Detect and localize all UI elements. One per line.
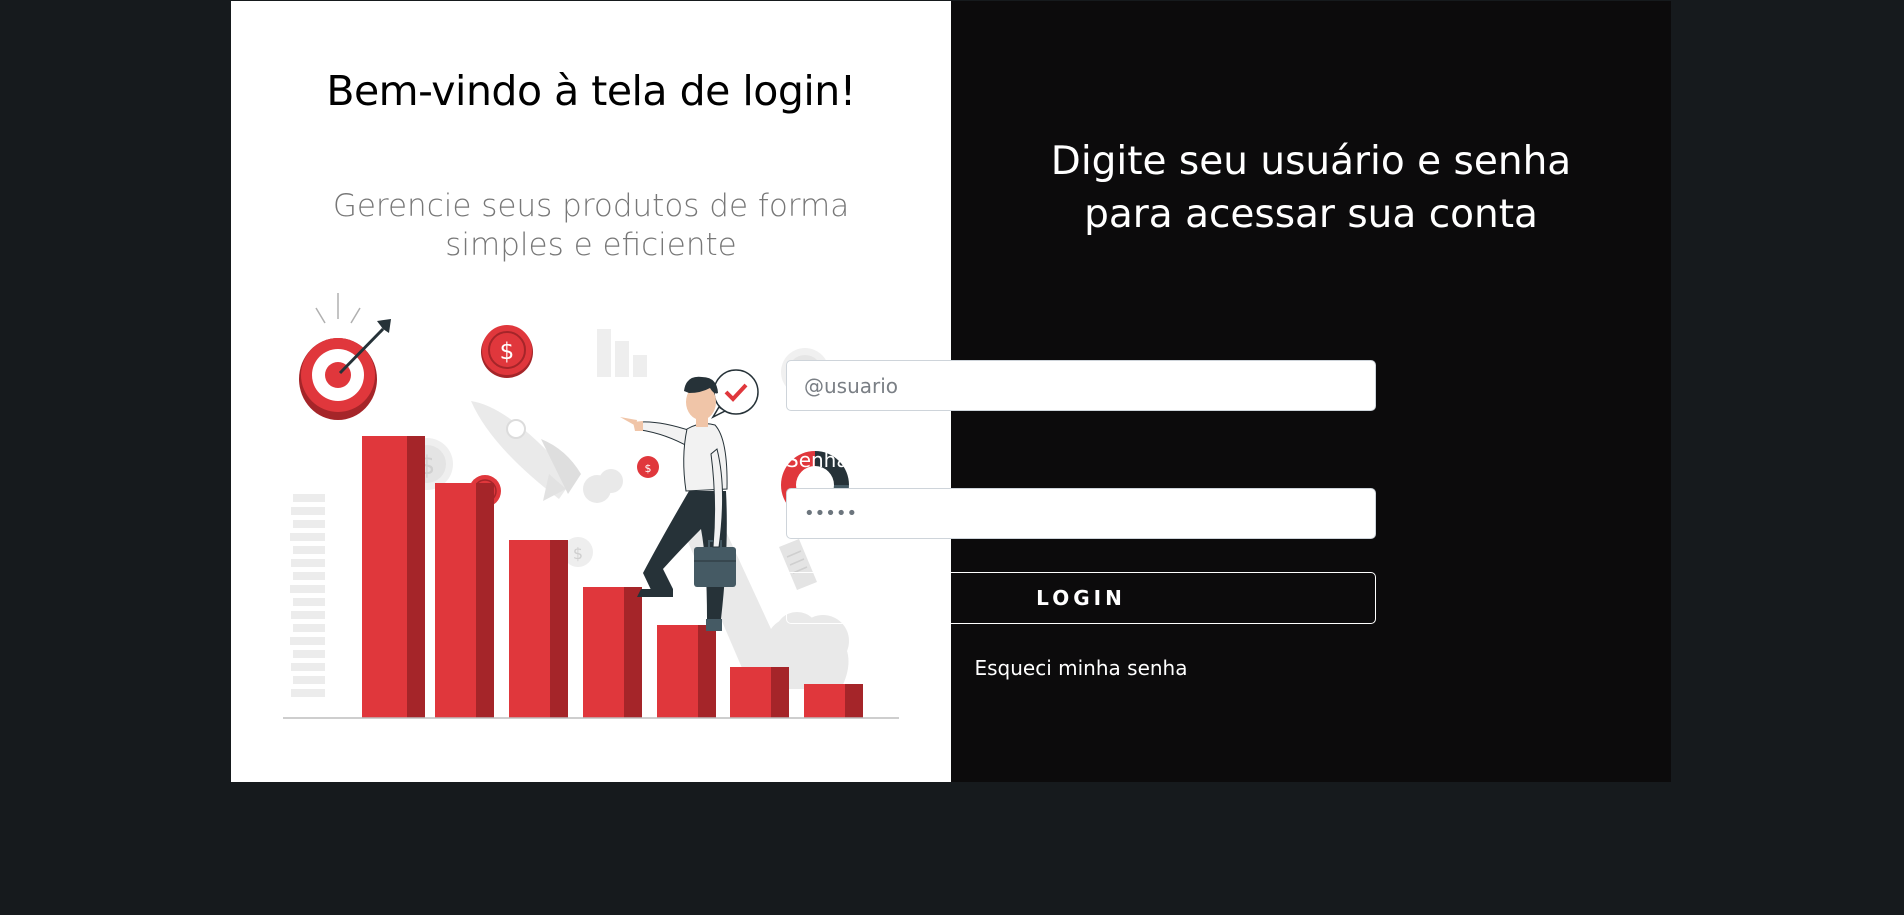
username-input[interactable] (786, 360, 1376, 411)
svg-text:$: $ (645, 462, 652, 475)
login-button[interactable]: LOGIN (786, 572, 1376, 624)
background-paper-stack-icon (290, 494, 325, 697)
svg-text:$: $ (500, 339, 515, 365)
login-heading-line-1: Digite seu usuário e senha (1050, 139, 1572, 184)
password-label: Senha (786, 448, 849, 472)
dollar-coin-icon: $ (637, 456, 659, 478)
password-input[interactable]: ••••• (786, 488, 1376, 539)
password-value: ••••• (804, 503, 858, 524)
chat-check-icon (711, 369, 759, 419)
background-bar-chart-icon (597, 329, 647, 377)
welcome-subtitle: Gerencie seus produtos de forma simples … (332, 188, 850, 263)
username-label: Usuário (786, 320, 863, 344)
login-heading-line-2: para acessar sua conta (1084, 192, 1538, 237)
welcome-title: Bem-vindo à tela de login! (326, 67, 856, 115)
login-heading: Digite seu usuário e senha para acessar … (1011, 135, 1611, 241)
dollar-coin-icon: $ (481, 325, 533, 378)
forgot-password-link[interactable]: Esqueci minha senha (786, 656, 1376, 680)
svg-text:$: $ (573, 544, 583, 563)
target-icon (299, 293, 391, 420)
